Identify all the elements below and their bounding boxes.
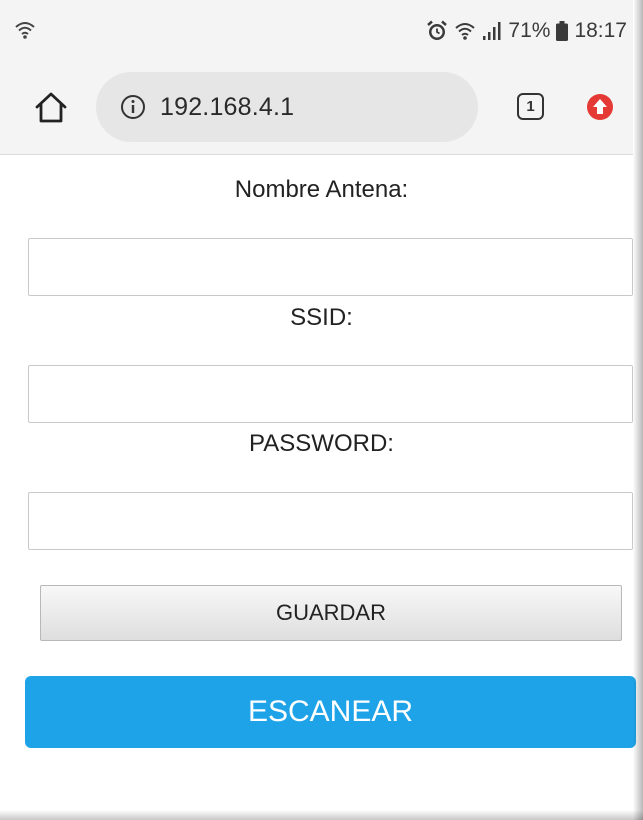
address-bar[interactable]: 192.168.4.1 <box>96 72 478 142</box>
edge-shadow <box>0 810 643 820</box>
scan-button[interactable]: ESCANEAR <box>25 676 636 748</box>
update-button[interactable] <box>585 92 615 122</box>
edge-shadow <box>633 0 643 820</box>
status-bar: 71% 18:17 <box>0 0 633 62</box>
save-button[interactable]: GUARDAR <box>40 585 622 641</box>
wifi-icon <box>454 21 476 41</box>
home-button[interactable] <box>32 88 70 126</box>
battery-icon <box>556 21 569 41</box>
battery-percent: 71% <box>508 19 551 42</box>
signal-icon <box>482 21 502 41</box>
ssid-label: SSID: <box>290 304 353 331</box>
status-time: 18:17 <box>574 19 627 42</box>
tabs-button[interactable]: 1 <box>517 93 544 120</box>
app-screen: 71% 18:17 192.168.4.1 1 Nombre Antena: S… <box>0 0 643 820</box>
password-label: PASSWORD: <box>249 430 394 457</box>
alarm-icon <box>426 20 448 42</box>
password-input[interactable] <box>28 492 633 550</box>
wifi-icon <box>14 20 36 40</box>
update-icon <box>587 94 613 120</box>
home-icon <box>35 92 67 123</box>
ssid-input[interactable] <box>28 365 633 423</box>
url-text: 192.168.4.1 <box>160 92 295 121</box>
tab-count: 1 <box>526 98 535 115</box>
browser-toolbar: 192.168.4.1 1 <box>0 62 633 155</box>
status-icons: 71% 18:17 <box>426 18 627 44</box>
info-icon[interactable] <box>120 94 146 120</box>
antenna-name-input[interactable] <box>28 238 633 296</box>
antenna-name-label: Nombre Antena: <box>234 176 409 203</box>
